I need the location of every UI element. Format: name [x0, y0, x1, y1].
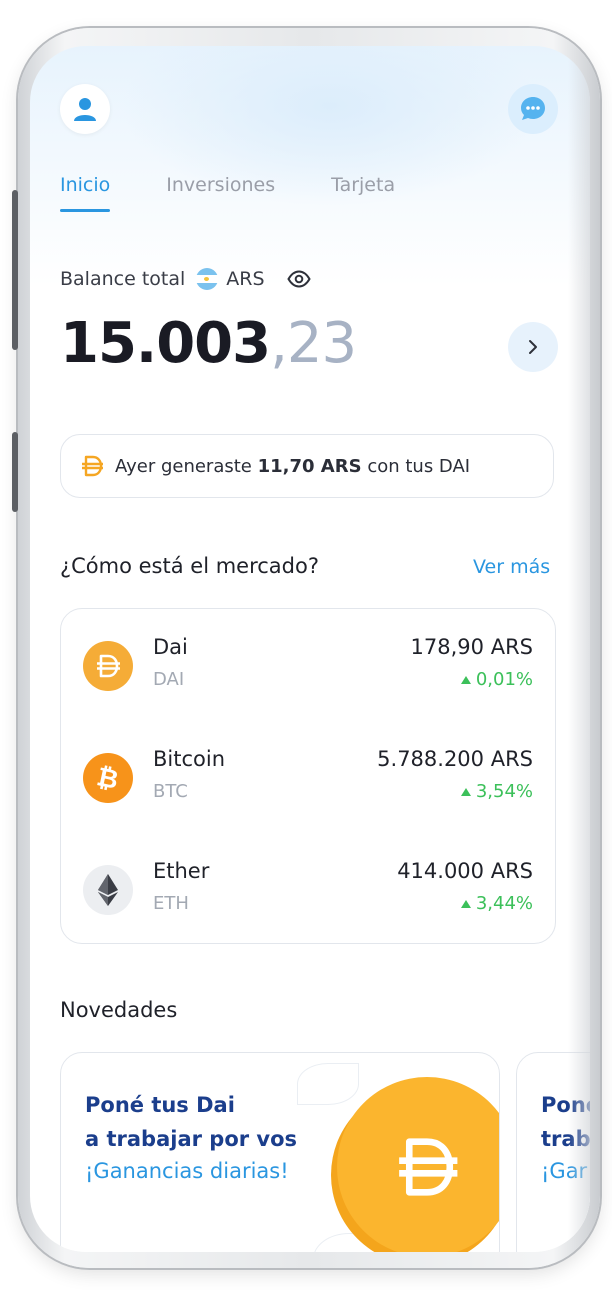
notice-prefix: Ayer generaste — [115, 455, 252, 477]
coin-change-value: 0,01% — [475, 669, 533, 690]
news-card[interactable]: Poné tus Dai a trabajar por vos ¡Gananci… — [60, 1052, 500, 1252]
main-tabs: Inicio Inversiones Tarjeta — [60, 174, 395, 212]
coin-symbol: BTC — [153, 781, 188, 802]
chat-button[interactable] — [508, 84, 558, 134]
arrow-up-icon — [460, 899, 471, 908]
tab-tarjeta[interactable]: Tarjeta — [331, 174, 395, 212]
news-title: Novedades — [60, 998, 178, 1022]
coin-price: 414.000 ARS — [397, 859, 533, 883]
argentina-flag-icon — [196, 268, 219, 290]
coin-symbol: ETH — [153, 893, 189, 914]
coin-change: 3,54% — [460, 781, 533, 802]
notice-suffix: con tus DAI — [367, 455, 471, 477]
dai-coin-icon — [83, 641, 133, 691]
market-card: Dai DAI 178,90 ARS 0,01% ₿ Bitcoin BTC 5… — [60, 608, 556, 944]
balance-decimals: ,23 — [270, 311, 357, 376]
eye-icon[interactable] — [286, 270, 311, 288]
tab-inicio[interactable]: Inicio — [60, 174, 111, 212]
leaf-decoration — [297, 1063, 359, 1105]
news-card-tagline: ¡Ganancias diarias! — [85, 1159, 289, 1183]
balance-amount: 15.003,23 — [60, 311, 357, 376]
coin-name: Ether — [153, 859, 210, 883]
app-screen: Inicio Inversiones Tarjeta Balance total… — [30, 46, 590, 1252]
notice-amount: 11,70 ARS — [257, 455, 362, 477]
balance-integer: 15.003 — [60, 311, 271, 376]
see-more-link[interactable]: Ver más — [473, 556, 550, 578]
coin-change: 0,01% — [460, 669, 533, 690]
coin-price: 5.788.200 ARS — [377, 747, 533, 771]
earnings-notice[interactable]: Ayer generaste 11,70 ARS con tus DAI — [60, 434, 554, 498]
coin-name: Bitcoin — [153, 747, 226, 771]
news-card-title: Poné tus Dai — [85, 1093, 235, 1117]
market-title: ¿Cómo está el mercado? — [60, 554, 319, 578]
side-button — [12, 190, 18, 350]
profile-button[interactable] — [60, 84, 110, 134]
balance-header: Balance total ARS — [60, 268, 311, 290]
coin-change-value: 3,44% — [475, 893, 533, 914]
notice-text: Ayer generaste 11,70 ARS con tus DAI — [115, 456, 470, 477]
tab-inversiones[interactable]: Inversiones — [166, 174, 275, 212]
dai-icon — [399, 1138, 458, 1196]
arrow-up-icon — [460, 787, 471, 796]
side-button — [12, 432, 18, 512]
news-card-subtitle: a trabajar por vos — [85, 1127, 298, 1151]
balance-label: Balance total — [60, 268, 186, 290]
dai-coin-illustration — [337, 1077, 499, 1252]
screen-edge-shading — [568, 46, 590, 1252]
coin-row-dai[interactable]: Dai DAI 178,90 ARS 0,01% — [83, 635, 533, 707]
balance-detail-button[interactable] — [508, 322, 558, 372]
chat-bubble-icon — [521, 97, 545, 120]
chevron-right-icon — [529, 340, 537, 354]
ether-coin-icon — [83, 865, 133, 915]
coin-price: 178,90 ARS — [410, 635, 533, 659]
dai-icon — [82, 455, 103, 477]
coin-row-ether[interactable]: Ether ETH 414.000 ARS 3,44% — [83, 859, 533, 931]
arrow-up-icon — [460, 675, 471, 684]
coin-change-value: 3,54% — [475, 781, 533, 802]
coin-symbol: DAI — [153, 669, 185, 690]
user-icon — [74, 98, 96, 121]
coin-name: Dai — [153, 635, 188, 659]
coin-change: 3,44% — [460, 893, 533, 914]
coin-row-bitcoin[interactable]: ₿ Bitcoin BTC 5.788.200 ARS 3,54% — [83, 747, 533, 819]
bitcoin-coin-icon: ₿ — [83, 753, 133, 803]
balance-currency: ARS — [226, 268, 265, 290]
